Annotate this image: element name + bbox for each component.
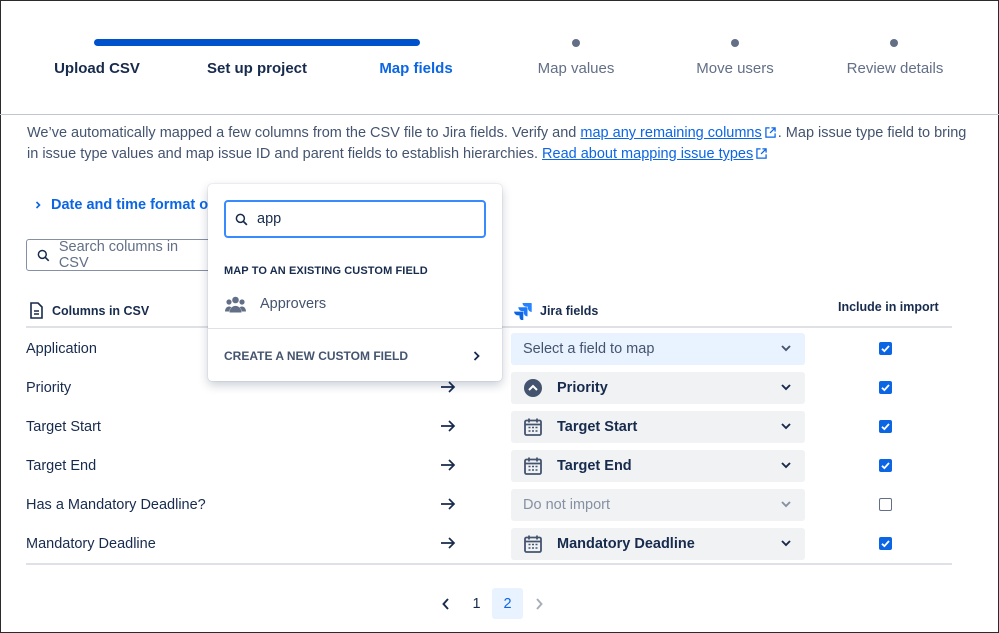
date-time-format-toggle[interactable]: Date and time format opt: [34, 197, 222, 213]
chevron-left-icon: [441, 597, 449, 610]
jira-field-value: Mandatory Deadline: [557, 536, 695, 552]
search-icon: [235, 213, 248, 225]
arrow-right-icon: [441, 498, 456, 510]
table-row: Has a Mandatory Deadline? Do not import: [0, 487, 999, 525]
check-icon: [881, 540, 890, 548]
jira-logo-icon: [514, 303, 532, 320]
check-icon: [881, 423, 890, 431]
check-icon: [881, 345, 890, 353]
arrow-right-icon: [441, 537, 456, 549]
table-footer-divider: [26, 563, 952, 565]
jira-field-select[interactable]: Priority: [511, 372, 805, 404]
arrow-right-icon: [441, 381, 456, 393]
chevron-down-icon: [781, 345, 791, 352]
check-icon: [881, 384, 890, 392]
step-review-details: Review details: [846, 60, 944, 77]
calendar-icon: [524, 535, 542, 553]
field-search-input[interactable]: app: [224, 200, 486, 238]
page-1-button[interactable]: 1: [461, 588, 492, 619]
external-link-icon: [756, 148, 767, 159]
chevron-right-icon: [535, 597, 543, 610]
step-map-values: Map values: [537, 60, 615, 77]
step-dot-move-users: [731, 39, 739, 47]
jira-field-value: Priority: [557, 380, 608, 396]
chevron-right-icon: [473, 351, 480, 361]
columns-in-csv-label: Columns in CSV: [52, 303, 150, 318]
chevron-down-icon: [781, 423, 791, 430]
table-row: Target Start Target Start: [0, 409, 999, 447]
approvers-option[interactable]: Approvers: [208, 288, 502, 320]
document-icon: [30, 302, 43, 319]
arrow-right-icon: [441, 459, 456, 471]
step-upload-csv: Upload CSV: [54, 60, 140, 77]
include-in-import-label: Include in import: [838, 300, 939, 314]
arrow-right-icon: [441, 420, 456, 432]
csv-column-name: Application: [26, 341, 97, 357]
include-in-import-header: Include in import: [838, 300, 939, 314]
step-set-up-project: Set up project: [206, 60, 307, 77]
intro-text-part1: We’ve automatically mapped a few columns…: [27, 125, 581, 141]
step-dot-review-details: [890, 39, 898, 47]
include-checkbox[interactable]: [879, 498, 892, 511]
jira-field-select[interactable]: Do not import: [511, 489, 805, 521]
jira-field-select[interactable]: Target Start: [511, 411, 805, 443]
external-link-icon: [765, 127, 776, 138]
search-columns-placeholder: Search columns in CSV: [58, 239, 179, 271]
pagination: 1 2: [430, 588, 554, 619]
step-move-users: Move users: [696, 60, 774, 77]
create-new-custom-field-button[interactable]: CREATE A NEW CUSTOM FIELD: [208, 340, 502, 372]
include-checkbox[interactable]: [879, 537, 892, 550]
date-time-format-label: Date and time format opt: [51, 197, 222, 213]
csv-column-name: Mandatory Deadline: [26, 536, 156, 552]
include-checkbox[interactable]: [879, 459, 892, 472]
jira-field-value: Target Start: [557, 419, 638, 435]
table-row: Target End Target End: [0, 448, 999, 486]
next-page-button[interactable]: [523, 588, 554, 619]
csv-column-name: Target End: [26, 458, 97, 474]
step-dot-map-values: [572, 39, 580, 47]
chevron-right-icon: [35, 201, 41, 209]
jira-field-select[interactable]: Target End: [511, 450, 805, 482]
intro-text: We’ve automatically mapped a few columns…: [27, 123, 977, 165]
jira-field-select[interactable]: Select a field to map: [511, 333, 805, 365]
step-map-fields: Map fields: [379, 60, 453, 77]
existing-custom-field-section-title: MAP TO AN EXISTING CUSTOM FIELD: [224, 265, 428, 277]
check-icon: [881, 462, 890, 470]
approvers-option-label: Approvers: [260, 296, 327, 312]
popup-divider: [208, 328, 502, 329]
csv-column-name: Priority: [26, 380, 72, 396]
create-new-custom-field-label: CREATE A NEW CUSTOM FIELD: [224, 349, 408, 363]
columns-in-csv-header: Columns in CSV: [29, 302, 149, 319]
priority-icon: [524, 379, 542, 397]
jira-fields-header: Jira fields: [514, 302, 598, 320]
jira-field-select[interactable]: Mandatory Deadline: [511, 528, 805, 560]
people-group-icon: [225, 296, 246, 312]
read-about-mapping-link[interactable]: Read about mapping issue types: [542, 146, 753, 162]
search-icon: [37, 249, 50, 261]
chevron-down-icon: [781, 540, 791, 547]
map-remaining-columns-link[interactable]: map any remaining columns: [580, 125, 761, 141]
field-search-value: app: [257, 211, 282, 227]
jira-field-value: Target End: [557, 458, 632, 474]
table-row: Mandatory Deadline Mandatory Deadline: [0, 526, 999, 564]
jira-field-value: Do not import: [523, 497, 611, 513]
include-checkbox[interactable]: [879, 342, 892, 355]
include-checkbox[interactable]: [879, 381, 892, 394]
progress-bar: [94, 39, 420, 46]
search-columns-input[interactable]: Search columns in CSV: [26, 239, 211, 271]
chevron-down-icon: [781, 384, 791, 391]
include-checkbox[interactable]: [879, 420, 892, 433]
jira-field-value: Select a field to map: [523, 341, 655, 357]
csv-column-name: Has a Mandatory Deadline?: [26, 497, 206, 513]
csv-column-name: Target Start: [26, 419, 101, 435]
progress-tracker: Upload CSV Set up project Map fields Map…: [0, 0, 999, 115]
jira-fields-label: Jira fields: [540, 304, 599, 318]
previous-page-button[interactable]: [430, 588, 461, 619]
chevron-down-icon: [781, 501, 791, 508]
chevron-down-icon: [781, 462, 791, 469]
field-search-popup: app MAP TO AN EXISTING CUSTOM FIELD Appr…: [208, 184, 502, 381]
calendar-icon: [524, 457, 542, 475]
page-2-button[interactable]: 2: [492, 588, 523, 619]
calendar-icon: [524, 418, 542, 436]
